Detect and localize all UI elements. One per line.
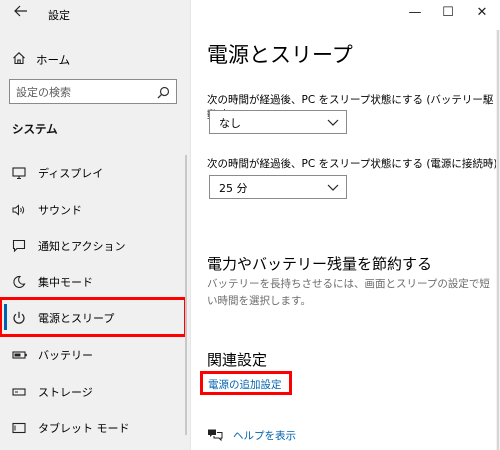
home-icon [12, 50, 26, 69]
moon-icon [12, 274, 26, 288]
back-arrow-icon [14, 5, 27, 17]
sidebar-item-battery[interactable]: バッテリー [0, 339, 190, 369]
related-settings-heading: 関連設定 [207, 351, 268, 369]
sidebar-item-label: タブレット モード [38, 422, 130, 435]
search-box[interactable] [9, 79, 177, 104]
minimize-button[interactable]: — [405, 5, 425, 20]
sidebar-scrollbar[interactable] [185, 155, 187, 435]
sidebar-item-label: サウンド [38, 204, 82, 217]
sidebar-item-storage[interactable]: ストレージ [0, 376, 190, 406]
power-icon [12, 310, 26, 324]
save-power-description: バッテリーを長持ちさせるには、画面とスリープの設定で短い時間を選択します。 [207, 278, 490, 307]
sidebar-item-power-sleep[interactable]: 電源とスリープ [0, 297, 187, 337]
sidebar-item-label: バッテリー [38, 349, 93, 362]
help-link[interactable]: ヘルプを表示 [233, 428, 296, 443]
additional-power-settings-link[interactable]: 電源の追加設定 [208, 377, 282, 392]
help-row[interactable]: ヘルプを表示 [207, 425, 327, 445]
app-title: 設定 [48, 9, 70, 22]
help-chat-icon [207, 427, 223, 446]
maximize-button[interactable]: ☐ [438, 5, 458, 20]
sidebar-item-label: ディスプレイ [38, 167, 104, 180]
titlebar-left: 設定 [0, 0, 190, 30]
sleep-battery-dropdown[interactable]: なし [209, 110, 347, 134]
dropdown-value: なし [219, 117, 241, 130]
close-button[interactable]: ✕ [472, 5, 492, 20]
search-input[interactable] [14, 82, 148, 102]
sleep-plugged-label: 次の時間が経過後、PC をスリープ状態にする (電源に接続時) [207, 158, 498, 170]
sidebar-item-sound[interactable]: サウンド [0, 194, 190, 224]
main-scrollbar[interactable] [496, 30, 500, 450]
tablet-icon [12, 420, 26, 434]
scroll-thumb[interactable] [497, 30, 499, 450]
chevron-down-icon [326, 114, 340, 133]
sidebar: 設定 ホーム システム ディスプレイ サウンド 通知とアクション [0, 0, 191, 450]
storage-icon [12, 384, 26, 398]
sound-icon [12, 202, 26, 216]
section-title: システム [12, 122, 58, 136]
back-button[interactable] [10, 5, 32, 25]
save-power-heading: 電力やバッテリー残量を節約する [207, 255, 433, 273]
display-icon [12, 165, 26, 180]
page-title: 電源とスリープ [207, 43, 353, 67]
sidebar-item-focus[interactable]: 集中モード [0, 266, 190, 296]
dropdown-value: 25 分 [219, 182, 248, 195]
sidebar-item-home[interactable]: ホーム [0, 46, 190, 72]
sidebar-item-notifications[interactable]: 通知とアクション [0, 230, 190, 260]
sleep-plugged-dropdown[interactable]: 25 分 [209, 175, 347, 199]
additional-power-link-highlight: 電源の追加設定 [200, 371, 292, 395]
battery-icon [12, 347, 27, 361]
sidebar-item-tablet-mode[interactable]: タブレット モード [0, 412, 190, 442]
sidebar-item-display[interactable]: ディスプレイ [0, 157, 190, 187]
search-icon[interactable] [157, 84, 170, 103]
sidebar-item-label: 集中モード [38, 276, 93, 289]
sidebar-item-label: ストレージ [38, 386, 93, 399]
sidebar-item-label: 電源とスリープ [38, 312, 115, 325]
sidebar-item-label: 通知とアクション [38, 240, 126, 253]
chevron-down-icon [326, 179, 340, 198]
sidebar-item-label: ホーム [36, 53, 71, 67]
notification-icon [12, 238, 26, 253]
